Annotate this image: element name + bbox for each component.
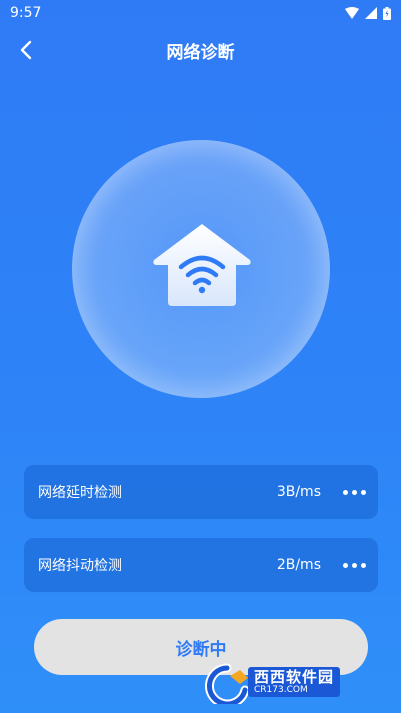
cell-signal-icon xyxy=(365,7,377,19)
more-dots-icon[interactable] xyxy=(343,562,366,568)
brand-logo-icon xyxy=(204,663,250,704)
row-value: 2B/ms xyxy=(276,557,321,573)
latency-test-row: 网络延时检测 3B/ms xyxy=(24,465,378,519)
more-dots-icon[interactable] xyxy=(343,489,366,495)
home-wifi-icon xyxy=(153,224,251,306)
chevron-left-icon xyxy=(20,40,32,60)
status-bar: 9:57 xyxy=(0,0,401,26)
status-time: 9:57 xyxy=(10,5,42,21)
battery-icon xyxy=(383,6,391,20)
status-icons xyxy=(345,6,391,20)
watermark: 西西软件园 CR173.COM xyxy=(200,660,382,704)
header: 网络诊断 xyxy=(0,28,401,72)
back-button[interactable] xyxy=(12,36,40,64)
row-label: 网络延时检测 xyxy=(38,485,122,501)
watermark-site: CR173.COM xyxy=(254,685,308,695)
row-value: 3B/ms xyxy=(276,484,321,500)
page-title: 网络诊断 xyxy=(166,42,235,63)
watermark-text-box: 西西软件园 CR173.COM xyxy=(248,667,341,697)
row-label: 网络抖动检测 xyxy=(38,558,122,574)
jitter-test-row: 网络抖动检测 2B/ms xyxy=(24,538,378,592)
wifi-signal-icon xyxy=(345,7,359,19)
watermark-brand: 西西软件园 xyxy=(254,668,335,686)
